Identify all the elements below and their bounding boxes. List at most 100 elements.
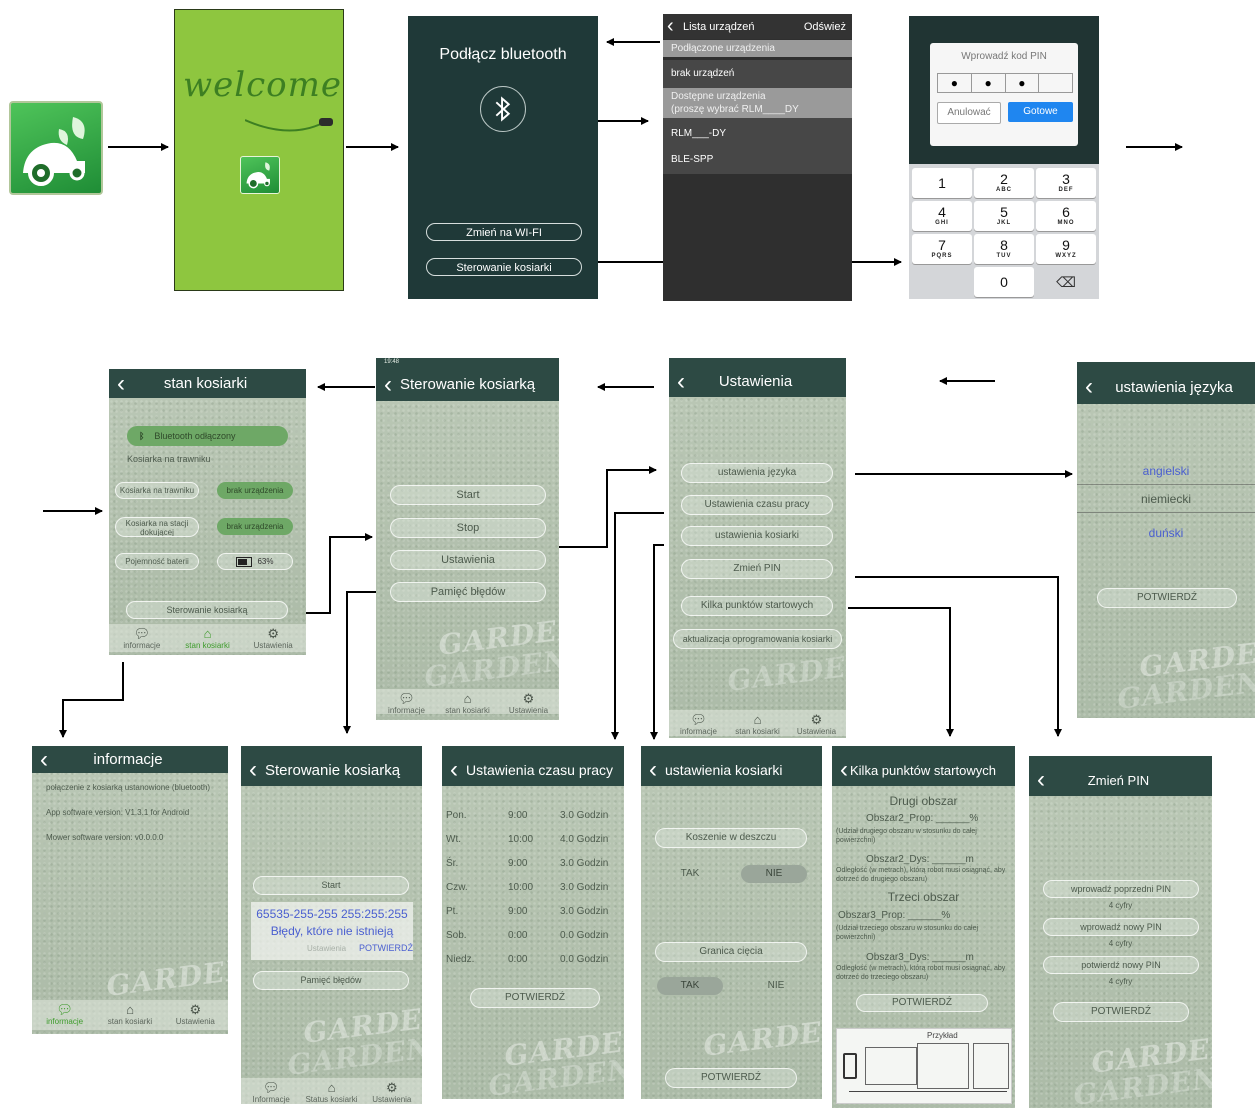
tab-info[interactable]: 💬︎ informacje: [32, 1000, 97, 1030]
keypad-key-7[interactable]: 7 PQRS: [912, 234, 972, 264]
table-row[interactable]: Czw. 10:00 3.0 Godzin: [442, 880, 624, 900]
chevron-left-icon[interactable]: ‹: [450, 758, 458, 782]
table-row[interactable]: Sob. 0:00 0.0 Godzin: [442, 928, 624, 948]
table-row[interactable]: Pon. 9:00 3.0 Godzin: [442, 808, 624, 828]
keypad-key-5[interactable]: 5 JKL: [974, 201, 1034, 231]
pin-input[interactable]: ● ● ●: [937, 73, 1073, 93]
tab-state[interactable]: ⌂ stan kosiarki: [728, 710, 787, 737]
keypad-key-2[interactable]: 2 ABC: [974, 168, 1034, 198]
key-letters: ABC: [996, 187, 1012, 193]
change-pin-button[interactable]: Zmień PIN: [681, 559, 833, 579]
tab-settings[interactable]: ⚙ Ustawienia: [240, 624, 306, 652]
tab-state[interactable]: ⌂ stan kosiarki: [97, 1000, 162, 1030]
tab-settings[interactable]: ⚙ Ustawienia: [787, 710, 846, 737]
chevron-left-icon[interactable]: ‹: [40, 747, 48, 772]
stop-button[interactable]: Stop: [390, 518, 546, 538]
confirm-button[interactable]: POTWIERDŹ: [856, 994, 988, 1012]
old-pin-input[interactable]: wprowadź poprzedni PIN: [1043, 880, 1199, 898]
pin-done-button[interactable]: Gotowe: [1008, 102, 1073, 122]
chevron-left-icon[interactable]: ‹: [649, 758, 657, 782]
settings-button[interactable]: Ustawienia: [390, 550, 546, 570]
confirm-button[interactable]: POTWIERDŹ: [665, 1068, 797, 1088]
chevron-left-icon[interactable]: ‹: [1085, 375, 1093, 399]
tab-state[interactable]: ⌂ stan kosiarki: [437, 689, 498, 716]
rain-yes-button[interactable]: TAK: [671, 865, 709, 883]
confirm-button[interactable]: POTWIERDŹ: [1053, 1002, 1189, 1022]
key-letters: TUV: [996, 253, 1012, 259]
work-time-button[interactable]: Ustawienia czasu pracy: [681, 495, 833, 515]
header: ‹ Ustawienia: [669, 366, 846, 397]
table-row[interactable]: Niedz. 0:00 0.0 Godzin: [442, 952, 624, 972]
informacje-screen: ‹ informacje połączenie z kosiarką ustan…: [32, 746, 228, 1034]
delete-key-icon[interactable]: ⌫: [1036, 267, 1096, 297]
confirm-button[interactable]: POTWIERDŹ: [1097, 588, 1237, 608]
new-pin-input[interactable]: wprowadź nowy PIN: [1043, 918, 1199, 936]
lang-option-danish[interactable]: duński: [1077, 520, 1255, 546]
errors-button[interactable]: Pamięć błędów: [253, 971, 409, 990]
tab-settings[interactable]: ⚙ Ustawienia: [498, 689, 559, 716]
keypad-key-1[interactable]: 1: [912, 168, 972, 198]
chevron-left-icon[interactable]: ‹: [1037, 768, 1045, 792]
tab-settings[interactable]: ⚙ Ustawienia: [163, 1000, 228, 1030]
example-title: Przykład: [927, 1031, 958, 1040]
mower-settings-button[interactable]: ustawienia kosiarki: [681, 526, 833, 546]
table-cell-dur: 3.0 Godzin: [560, 810, 609, 821]
start-points-button[interactable]: Kilka punktów startowych: [681, 596, 833, 616]
start-button[interactable]: Start: [253, 876, 409, 895]
table-row[interactable]: Pt. 9:00 3.0 Godzin: [442, 904, 624, 924]
key-letters: DEF: [1058, 187, 1074, 193]
mower-location: Kosiarka na trawniku: [127, 454, 211, 464]
tab-info[interactable]: 💬︎ informacje: [669, 710, 728, 737]
lang-settings-button[interactable]: ustawienia języka: [681, 463, 833, 483]
chevron-left-icon[interactable]: ‹: [117, 371, 125, 396]
mower-control-button[interactable]: Sterowanie kosiarką: [126, 601, 288, 619]
tab-settings[interactable]: ⚙ Ustawienia: [362, 1078, 422, 1105]
tab-state[interactable]: ⌂ stan kosiarki: [175, 624, 241, 652]
chevron-left-icon[interactable]: ‹: [384, 372, 392, 397]
device-row-ble[interactable]: BLE-SPP: [663, 148, 852, 174]
errors-button[interactable]: Pamięć błędów: [390, 582, 546, 602]
tab-info[interactable]: 💬︎ Informacje: [241, 1078, 301, 1105]
wifi-button[interactable]: Zmień na WI-FI: [426, 223, 582, 241]
firmware-button[interactable]: aktualizacja oprogramowania kosiarki: [673, 629, 842, 649]
confirm-pin-hint: 4 cyfry: [1108, 977, 1133, 986]
chevron-left-icon[interactable]: ‹: [667, 14, 674, 38]
keypad-key-3[interactable]: 3 DEF: [1036, 168, 1096, 198]
chevron-left-icon[interactable]: ‹: [840, 758, 848, 782]
pin-cancel-button[interactable]: Anulować: [937, 102, 1001, 124]
boundary-yes-button[interactable]: TAK: [657, 977, 723, 995]
rain-no-button[interactable]: NIE: [741, 865, 807, 883]
keypad-key-6[interactable]: 6 MNO: [1036, 201, 1096, 231]
lang-option-english[interactable]: angielski: [1077, 458, 1255, 485]
chevron-left-icon[interactable]: ‹: [249, 758, 257, 782]
table-row[interactable]: Wt. 10:00 4.0 Godzin: [442, 832, 624, 852]
keypad-key-9[interactable]: 9 WXYZ: [1036, 234, 1096, 264]
keypad-key-0[interactable]: 0: [974, 267, 1034, 297]
refresh-button[interactable]: Odśwież: [804, 21, 846, 33]
table-cell-day: Czw.: [446, 882, 468, 893]
tab-info[interactable]: 💬︎ informacje: [109, 624, 175, 652]
chevron-left-icon[interactable]: ‹: [677, 369, 685, 394]
error-confirm-button[interactable]: POTWIERDŹ: [359, 943, 413, 953]
gear-icon: ⚙: [522, 691, 535, 706]
keypad-key-8[interactable]: 8 TUV: [974, 234, 1034, 264]
start-button[interactable]: Start: [390, 485, 546, 505]
table-row[interactable]: Śr. 9:00 3.0 Godzin: [442, 856, 624, 876]
bluetooth-button[interactable]: [480, 86, 526, 132]
rain-mowing-label: Koszenie w deszczu: [655, 828, 807, 848]
available-header-line1: Dostępne urządzenia: [671, 91, 766, 102]
device-row-rlm[interactable]: RLM___-DY: [663, 118, 852, 148]
tab-info[interactable]: 💬︎ informacje: [376, 689, 437, 716]
app-icon[interactable]: [9, 101, 103, 195]
mower-control-button[interactable]: Sterowanie kosiarki: [426, 258, 582, 276]
tab-state[interactable]: ⌂ Status kosiarki: [301, 1078, 361, 1105]
keypad-key-4[interactable]: 4 GHI: [912, 201, 972, 231]
confirm-new-pin-input[interactable]: potwierdź nowy PIN: [1043, 956, 1199, 974]
tab-label: informacje: [46, 1017, 84, 1026]
boundary-no-button[interactable]: NIE: [757, 977, 795, 995]
numeric-keypad: 1 2 ABC 3 DEF 4 GHI 5 JKL 6 MNO 7 PQRS 8 TUV 9 WXYZ 0 ⌫: [912, 168, 1096, 297]
error-settings-link[interactable]: Ustawienia: [307, 944, 346, 953]
table-cell-time: 9:00: [508, 906, 528, 917]
confirm-button[interactable]: POTWIERDŹ: [470, 988, 600, 1008]
lang-option-german[interactable]: niemiecki: [1077, 486, 1255, 513]
